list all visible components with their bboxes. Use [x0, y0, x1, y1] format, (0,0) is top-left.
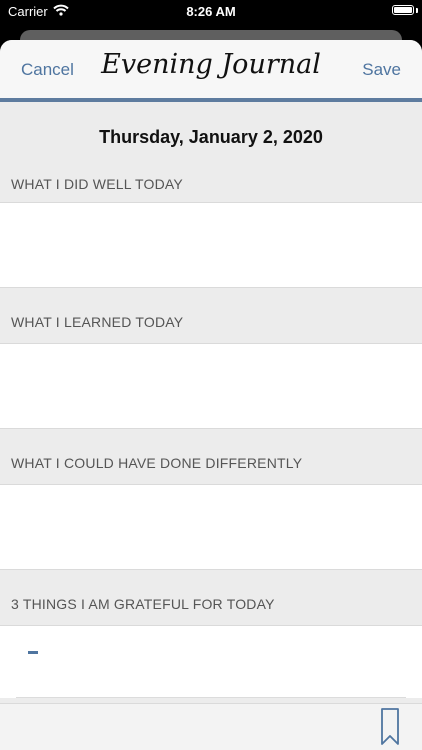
section-header-did-well: WHAT I DID WELL TODAY — [11, 176, 183, 192]
status-time: 8:26 AM — [186, 4, 236, 19]
status-bar: Carrier 8:26 AM — [0, 0, 422, 22]
battery-tip — [416, 8, 418, 13]
grateful-item-1[interactable] — [28, 651, 38, 654]
save-button[interactable]: Save — [362, 60, 401, 80]
navigation-bar: Cancel Evening Journal Save — [0, 40, 422, 102]
section-header-learned: WHAT I LEARNED TODAY — [11, 314, 184, 330]
battery-icon — [392, 5, 414, 15]
section-header-differently: WHAT I COULD HAVE DONE DIFFERENTLY — [11, 455, 303, 471]
bottom-toolbar — [0, 703, 422, 750]
bookmark-icon[interactable] — [380, 708, 400, 750]
grateful-list — [0, 625, 422, 698]
journal-sheet: Cancel Evening Journal Save Thursday, Ja… — [0, 40, 422, 750]
page-title: Evening Journal — [101, 49, 321, 80]
row-separator — [16, 697, 406, 698]
journal-date: Thursday, January 2, 2020 — [99, 127, 323, 147]
did-well-textarea[interactable] — [0, 202, 422, 288]
differently-textarea[interactable] — [0, 484, 422, 570]
learned-textarea[interactable] — [0, 343, 422, 429]
section-header-grateful: 3 THINGS I AM GRATEFUL FOR TODAY — [11, 596, 275, 612]
